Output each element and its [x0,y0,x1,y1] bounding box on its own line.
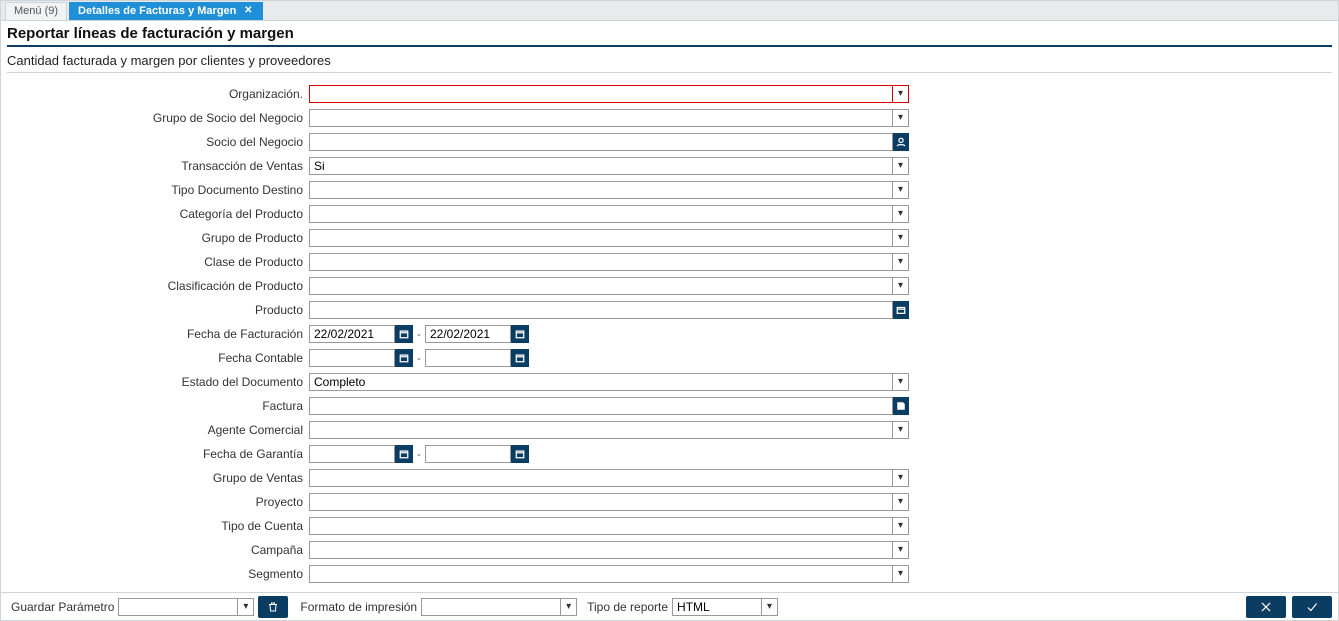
input-tipo-cuenta[interactable] [309,517,893,535]
lookup-socio-icon[interactable] [893,133,909,151]
input-producto[interactable] [309,301,893,319]
dropdown-tipo-reporte[interactable]: ▾ [762,598,778,616]
dropdown-agente-comercial[interactable]: ▾ [893,421,909,439]
label-socio: Socio del Negocio [9,135,309,149]
label-guardar-param: Guardar Parámetro [11,600,114,614]
input-clasificacion-producto[interactable] [309,277,893,295]
input-proyecto[interactable] [309,493,893,511]
input-fecha-garantia-to[interactable] [425,445,511,463]
input-categoria-producto[interactable] [309,205,893,223]
dropdown-campana[interactable]: ▾ [893,541,909,559]
input-formato-impresion[interactable] [421,598,561,616]
label-categoria-producto: Categoría del Producto [9,207,309,221]
input-socio[interactable] [309,133,893,151]
input-fecha-contable-to[interactable] [425,349,511,367]
dropdown-tipo-doc-destino[interactable]: ▾ [893,181,909,199]
input-transaccion-ventas[interactable] [309,157,893,175]
header: Reportar líneas de facturación y margen … [1,21,1338,79]
input-campana[interactable] [309,541,893,559]
input-estado-documento[interactable] [309,373,893,391]
input-segmento[interactable] [309,565,893,583]
label-fecha-contable: Fecha Contable [9,351,309,365]
date-range-separator: - [417,327,421,341]
label-agente-comercial: Agente Comercial [9,423,309,437]
close-icon[interactable]: ✕ [242,5,254,17]
page-title: Reportar líneas de facturación y margen [7,25,1332,47]
date-range-separator: - [417,447,421,461]
app-window: Menú (9) Detalles de Facturas y Margen ✕… [0,0,1339,621]
label-estado-documento: Estado del Documento [9,375,309,389]
label-grupo-socio: Grupo de Socio del Negocio [9,111,309,125]
label-segmento: Segmento [9,567,309,581]
cancel-button[interactable] [1246,596,1286,618]
label-formato-impresion: Formato de impresión [300,600,417,614]
input-grupo-socio[interactable] [309,109,893,127]
input-clase-producto[interactable] [309,253,893,271]
dropdown-clase-producto[interactable]: ▾ [893,253,909,271]
label-clasificacion-producto: Clasificación de Producto [9,279,309,293]
label-tipo-doc-destino: Tipo Documento Destino [9,183,309,197]
label-fecha-facturacion: Fecha de Facturación [9,327,309,341]
dropdown-guardar-param[interactable]: ▾ [238,598,254,616]
input-grupo-producto[interactable] [309,229,893,247]
label-transaccion-ventas: Transacción de Ventas [9,159,309,173]
search-factura-icon[interactable] [893,397,909,415]
input-factura[interactable] [309,397,893,415]
tabstrip: Menú (9) Detalles de Facturas y Margen ✕ [1,1,1338,21]
input-tipo-doc-destino[interactable] [309,181,893,199]
tab-menu-label: Menú (9) [14,5,58,17]
page-subtitle: Cantidad facturada y margen por clientes… [7,47,1332,72]
label-grupo-ventas: Grupo de Ventas [9,471,309,485]
dropdown-grupo-producto[interactable]: ▾ [893,229,909,247]
label-campana: Campaña [9,543,309,557]
trash-icon[interactable] [258,596,288,618]
ok-button[interactable] [1292,596,1332,618]
input-fecha-facturacion-to[interactable] [425,325,511,343]
input-organizacion[interactable] [309,85,893,103]
label-organizacion: Organización. [9,87,309,101]
dropdown-clasificacion-producto[interactable]: ▾ [893,277,909,295]
calendar-icon-contable-to[interactable] [511,349,529,367]
dropdown-proyecto[interactable]: ▾ [893,493,909,511]
date-range-separator: - [417,351,421,365]
input-guardar-param[interactable] [118,598,238,616]
dropdown-tipo-cuenta[interactable]: ▾ [893,517,909,535]
calendar-icon-facturacion-to[interactable] [511,325,529,343]
dropdown-grupo-ventas[interactable]: ▾ [893,469,909,487]
label-clase-producto: Clase de Producto [9,255,309,269]
input-fecha-contable-from[interactable] [309,349,395,367]
dropdown-estado-documento[interactable]: ▾ [893,373,909,391]
dropdown-grupo-socio[interactable]: ▾ [893,109,909,127]
input-tipo-reporte[interactable] [672,598,762,616]
tab-active[interactable]: Detalles de Facturas y Margen ✕ [69,2,263,20]
dropdown-formato-impresion[interactable]: ▾ [561,598,577,616]
dropdown-organizacion[interactable]: ▾ [893,85,909,103]
form-content: Organización. ▾ Grupo de Socio del Negoc… [1,79,1338,592]
tab-menu[interactable]: Menú (9) [5,2,67,20]
label-fecha-garantia: Fecha de Garantía [9,447,309,461]
dropdown-categoria-producto[interactable]: ▾ [893,205,909,223]
label-producto: Producto [9,303,309,317]
calendar-icon-facturacion-from[interactable] [395,325,413,343]
search-producto-icon[interactable] [893,301,909,319]
input-fecha-garantia-from[interactable] [309,445,395,463]
label-factura: Factura [9,399,309,413]
label-tipo-reporte: Tipo de reporte [587,600,668,614]
label-tipo-cuenta: Tipo de Cuenta [9,519,309,533]
input-grupo-ventas[interactable] [309,469,893,487]
dropdown-transaccion-ventas[interactable]: ▾ [893,157,909,175]
input-agente-comercial[interactable] [309,421,893,439]
calendar-icon-garantia-from[interactable] [395,445,413,463]
calendar-icon-contable-from[interactable] [395,349,413,367]
footer-bar: Guardar Parámetro ▾ Formato de impresión… [1,592,1338,620]
label-proyecto: Proyecto [9,495,309,509]
input-fecha-facturacion-from[interactable] [309,325,395,343]
label-grupo-producto: Grupo de Producto [9,231,309,245]
calendar-icon-garantia-to[interactable] [511,445,529,463]
dropdown-segmento[interactable]: ▾ [893,565,909,583]
tab-active-label: Detalles de Facturas y Margen [78,5,236,17]
